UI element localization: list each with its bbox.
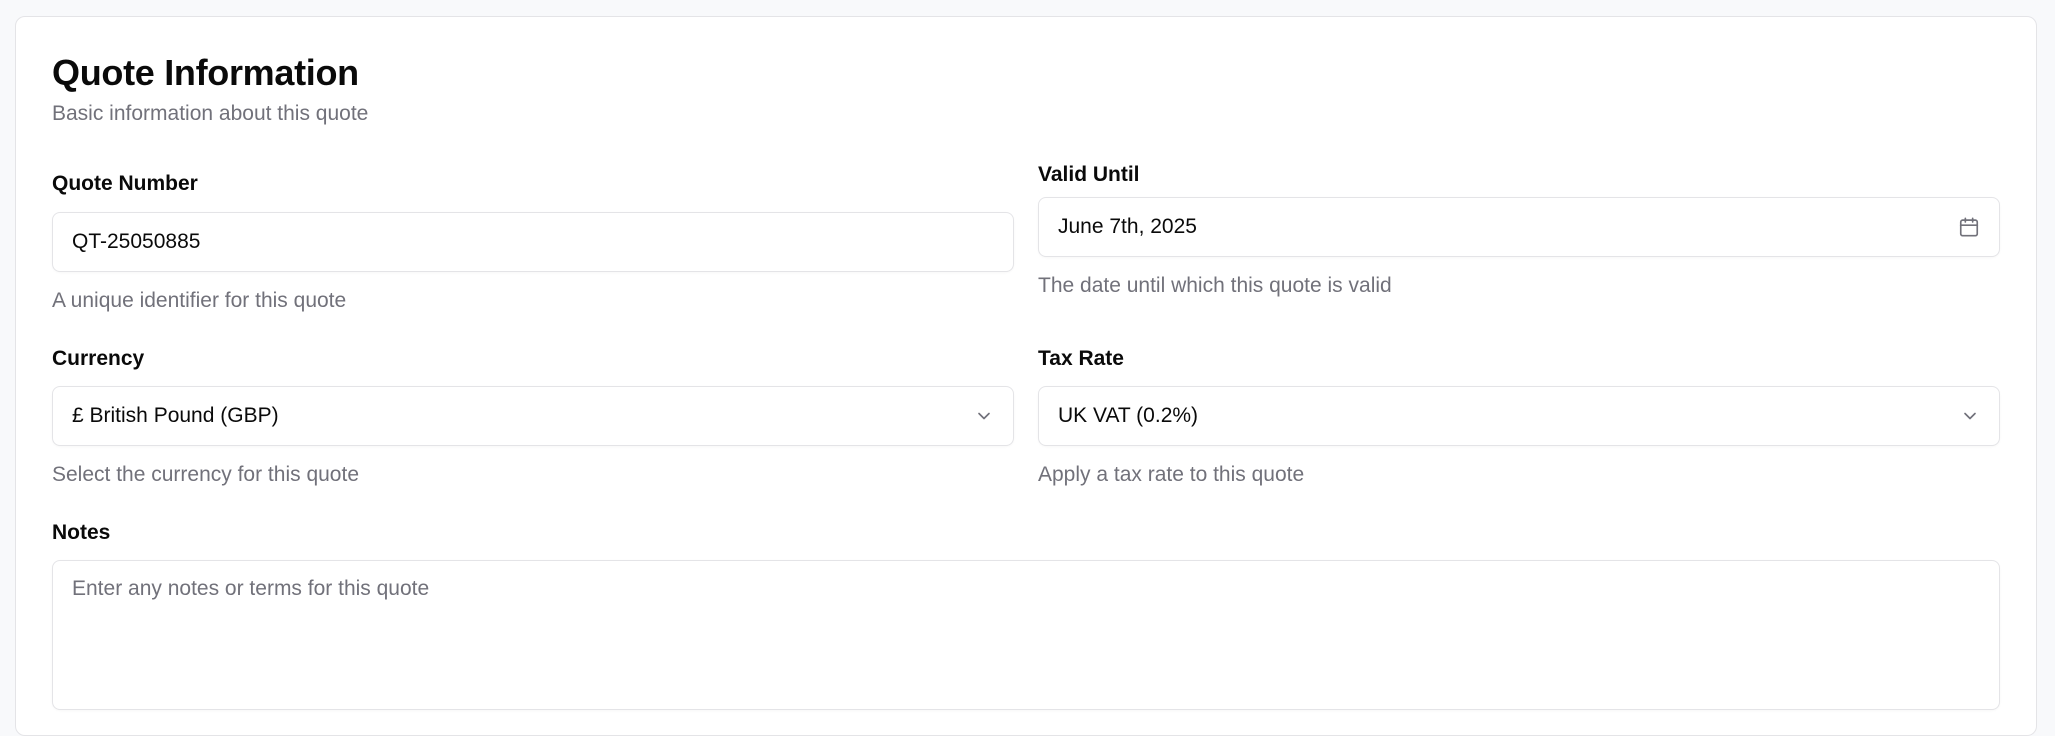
valid-until-hint: The date until which this quote is valid xyxy=(1038,274,1392,297)
quote-number-hint: A unique identifier for this quote xyxy=(52,289,347,312)
currency-value: £ British Pound (GBP) xyxy=(72,404,279,427)
page-title: Quote Information xyxy=(52,52,359,93)
notes-label: Notes xyxy=(52,521,111,544)
tax-rate-hint: Apply a tax rate to this quote xyxy=(1038,463,1305,486)
valid-until-date-picker[interactable]: June 7th, 2025 xyxy=(1038,197,2000,257)
currency-label: Currency xyxy=(52,347,145,370)
quote-number-label: Quote Number xyxy=(52,172,198,195)
notes-placeholder: Enter any notes or terms for this quote xyxy=(72,577,430,600)
calendar-icon xyxy=(1958,216,1980,238)
page-subtitle: Basic information about this quote xyxy=(52,102,369,125)
tax-rate-select[interactable]: UK VAT (0.2%) xyxy=(1038,386,2000,446)
notes-textarea[interactable]: Enter any notes or terms for this quote xyxy=(52,560,2000,710)
currency-select[interactable]: £ British Pound (GBP) xyxy=(52,386,1014,446)
valid-until-label: Valid Until xyxy=(1038,163,1140,186)
valid-until-value: June 7th, 2025 xyxy=(1058,215,1197,238)
currency-hint: Select the currency for this quote xyxy=(52,463,359,486)
tax-rate-label: Tax Rate xyxy=(1038,347,1124,370)
quote-number-value: QT-25050885 xyxy=(72,230,201,253)
tax-rate-value: UK VAT (0.2%) xyxy=(1058,404,1199,427)
quote-number-input[interactable]: QT-25050885 xyxy=(52,212,1014,272)
chevron-down-icon xyxy=(1960,406,1980,426)
chevron-down-icon xyxy=(974,406,994,426)
